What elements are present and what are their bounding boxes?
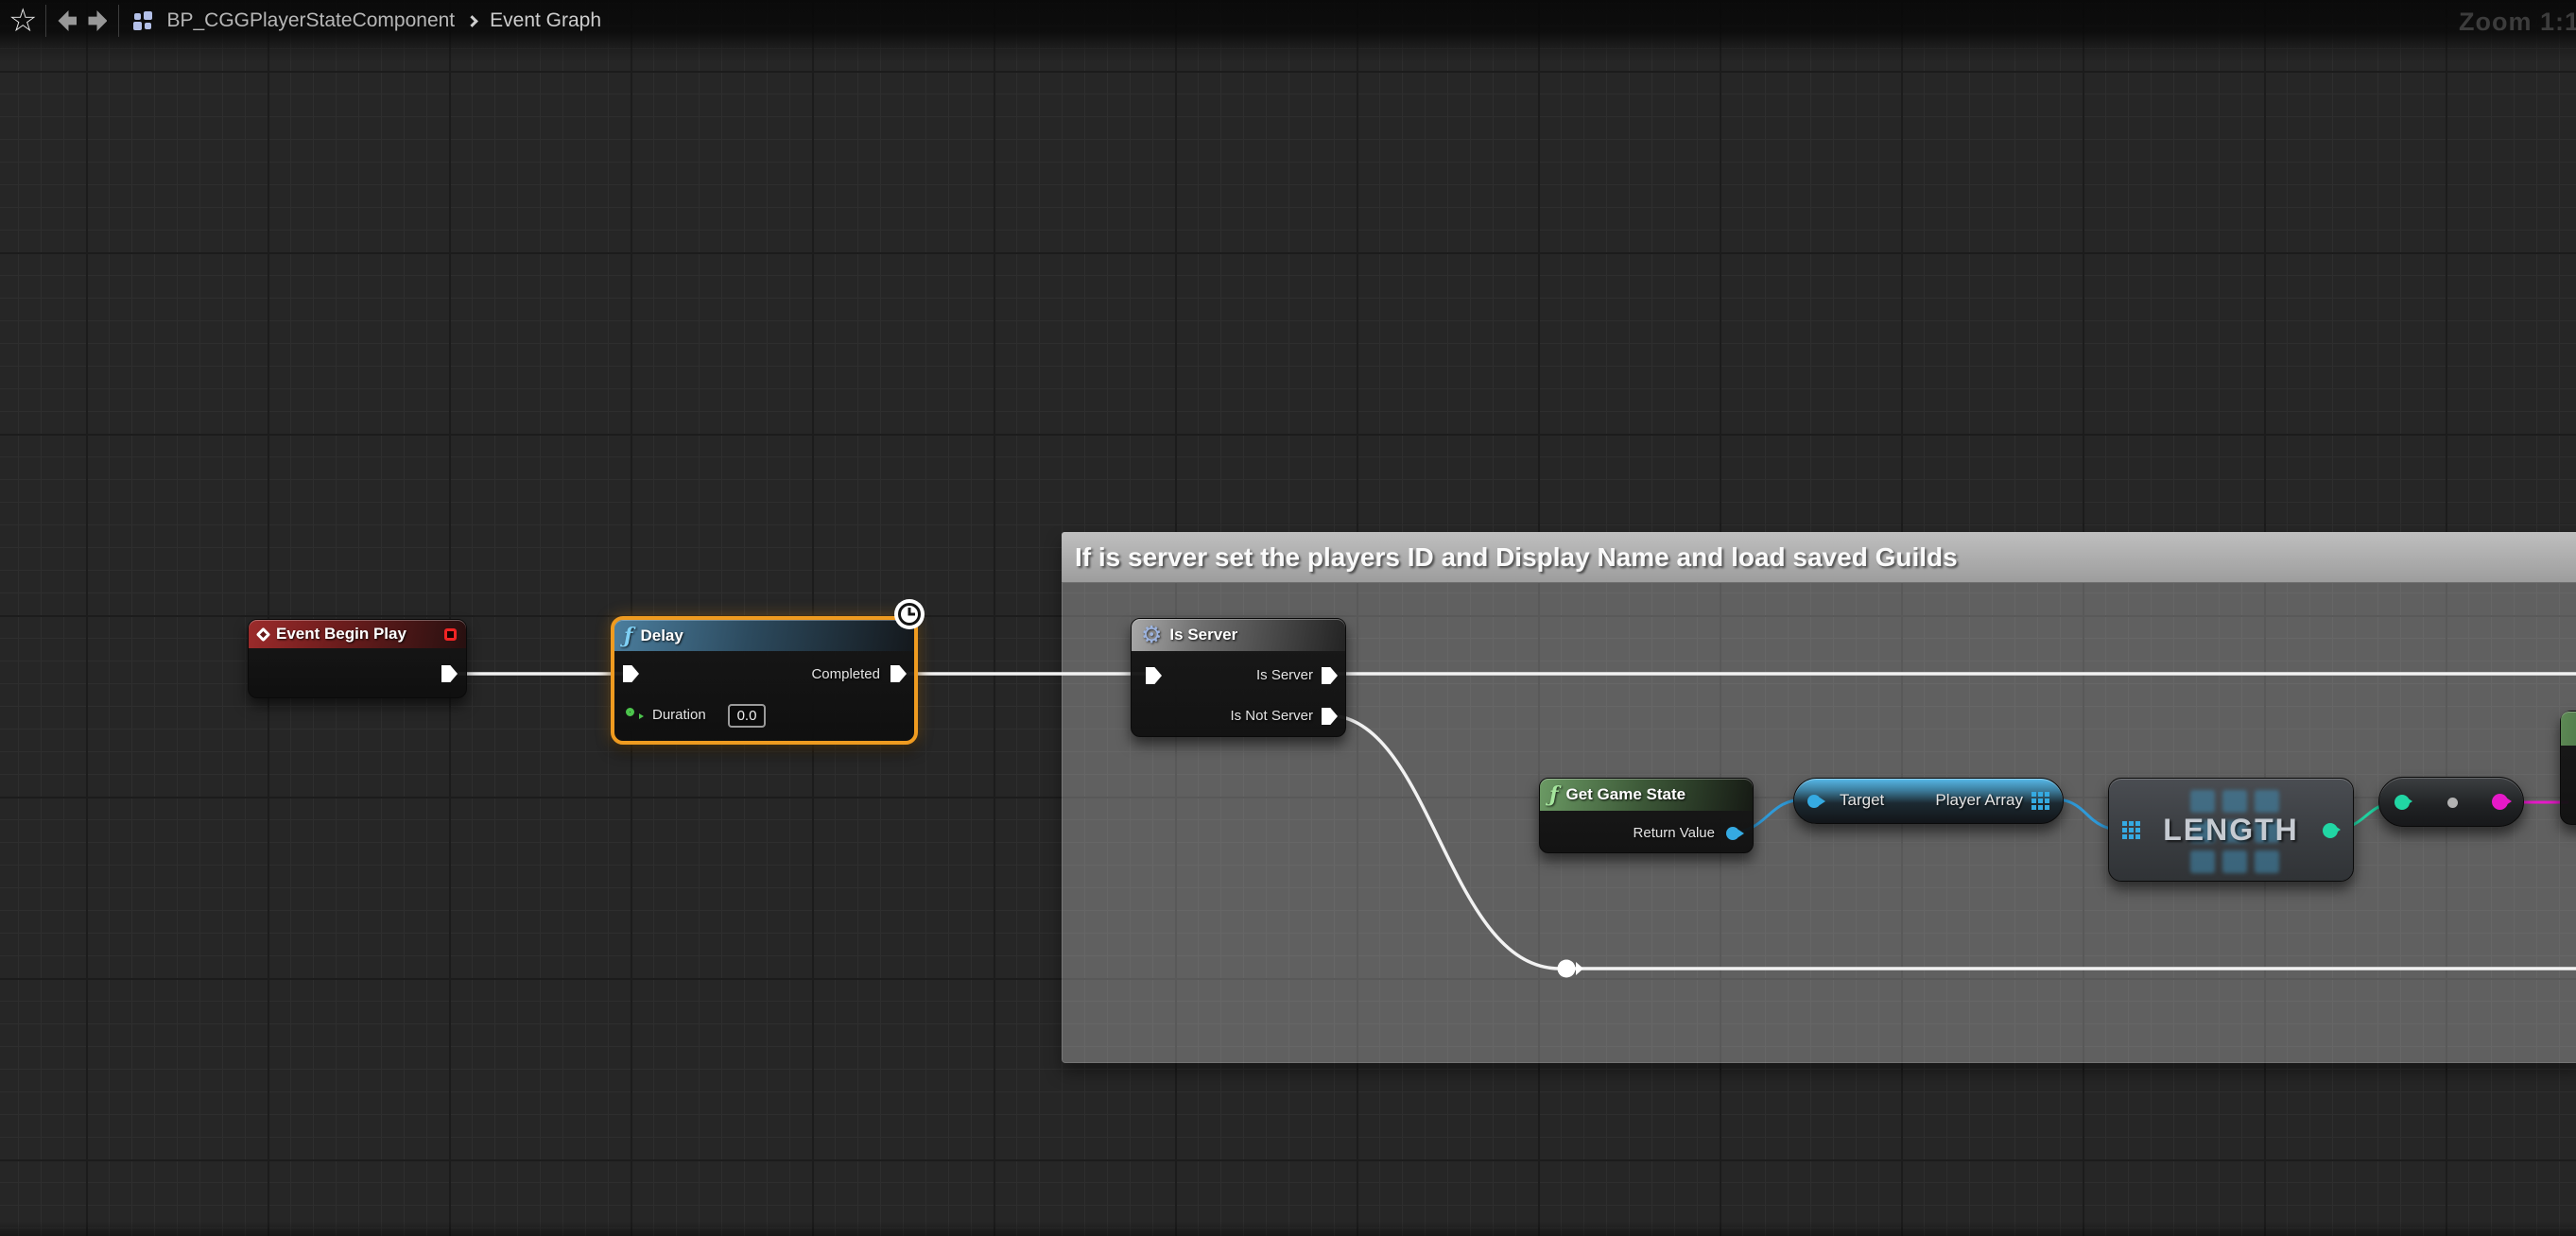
node-clipped-right[interactable] <box>2560 711 2576 825</box>
toolbar-divider <box>118 5 120 37</box>
event-override-icon <box>444 627 457 641</box>
return-value-pin-label: Return Value <box>1633 825 1715 841</box>
array-watermark-icon <box>2190 790 2215 813</box>
clock-icon <box>893 598 925 630</box>
length-output-pin[interactable] <box>2323 823 2341 838</box>
return-value-output-pin[interactable] <box>1726 827 1744 840</box>
node-title: LENGTH <box>2163 813 2299 847</box>
function-icon: ƒ <box>1549 782 1559 807</box>
conv-body-dot-icon <box>2447 798 2458 808</box>
node-event-begin-play-header: Event Begin Play <box>249 620 466 648</box>
duration-input-pin[interactable] <box>626 708 644 719</box>
breadcrumb-blueprint-name[interactable]: BP_CGGPlayerStateComponent <box>166 9 455 32</box>
node-clipped-right-header <box>2561 712 2576 746</box>
is-server-exec-output-pin[interactable] <box>1322 667 1338 684</box>
favorite-star-icon[interactable]: ☆ <box>6 2 40 40</box>
toolbar-items: ☆ BP_CGGPlayerStateComponent Event Graph <box>0 0 601 42</box>
is-server-pin-label: Is Server <box>1255 667 1313 683</box>
conv-output-pin[interactable] <box>2492 794 2512 810</box>
node-is-server[interactable]: ⚙ Is Server Is Server Is Not Server <box>1131 618 1346 737</box>
zoom-level-label: Zoom 1:1 <box>2458 8 2576 36</box>
target-pin-label: Target <box>1840 791 1885 809</box>
node-title: Is Server <box>1169 626 1238 644</box>
duration-pin-label: Duration <box>652 707 706 723</box>
node-is-server-header: ⚙ Is Server <box>1132 619 1345 651</box>
exec-output-pin[interactable] <box>441 665 458 682</box>
node-array-length[interactable]: LENGTH <box>2108 778 2354 882</box>
array-grid-output-pin[interactable] <box>2031 792 2049 810</box>
is-not-server-exec-output-pin[interactable] <box>1322 708 1338 725</box>
back-arrow-icon[interactable] <box>58 10 78 31</box>
gear-icon: ⚙ <box>1141 621 1163 648</box>
node-title: Get Game State <box>1565 785 1686 803</box>
node-delay[interactable]: ƒ Delay Completed Duration 0.0 <box>611 599 925 745</box>
bottom-vignette <box>0 1221 2576 1236</box>
is-not-server-pin-label: Is Not Server <box>1230 708 1313 724</box>
forward-arrow-icon[interactable] <box>88 10 108 31</box>
blueprint-icon <box>132 9 155 32</box>
array-grid-input-pin[interactable] <box>2122 821 2140 839</box>
node-title: Event Begin Play <box>276 625 406 643</box>
blueprint-editor: If is server set the players ID and Disp… <box>0 0 2576 1236</box>
completed-exec-output-pin[interactable] <box>890 665 907 682</box>
target-input-pin[interactable] <box>1807 795 1825 808</box>
node-event-begin-play[interactable]: Event Begin Play <box>248 619 467 698</box>
exec-input-pin[interactable] <box>1146 667 1162 684</box>
node-get-player-array[interactable]: Target Player Array <box>1793 778 2064 824</box>
breadcrumb-graph-name[interactable]: Event Graph <box>490 9 601 32</box>
conv-input-pin[interactable] <box>2394 795 2412 810</box>
duration-value-input[interactable]: 0.0 <box>728 704 766 728</box>
function-icon: ƒ <box>624 623 633 648</box>
exec-input-pin[interactable] <box>623 665 639 682</box>
node-conversion[interactable] <box>2378 777 2524 827</box>
node-delay-header: ƒ Delay <box>614 620 914 651</box>
player-array-pin-label: Player Array <box>1935 791 2023 809</box>
node-title: Delay <box>640 626 683 644</box>
node-get-game-state[interactable]: ƒ Get Game State Return Value <box>1539 778 1754 853</box>
breadcrumb-chevron-icon <box>466 14 479 27</box>
event-diamond-icon <box>255 627 271 642</box>
completed-pin-label: Completed <box>811 666 880 682</box>
node-get-game-state-header: ƒ Get Game State <box>1540 779 1753 811</box>
comment-title: If is server set the players ID and Disp… <box>1075 541 1958 572</box>
toolbar-divider <box>45 5 47 37</box>
graph-toolbar: ☆ BP_CGGPlayerStateComponent Event Graph… <box>0 0 2576 62</box>
comment-header[interactable]: If is server set the players ID and Disp… <box>1062 532 2576 583</box>
